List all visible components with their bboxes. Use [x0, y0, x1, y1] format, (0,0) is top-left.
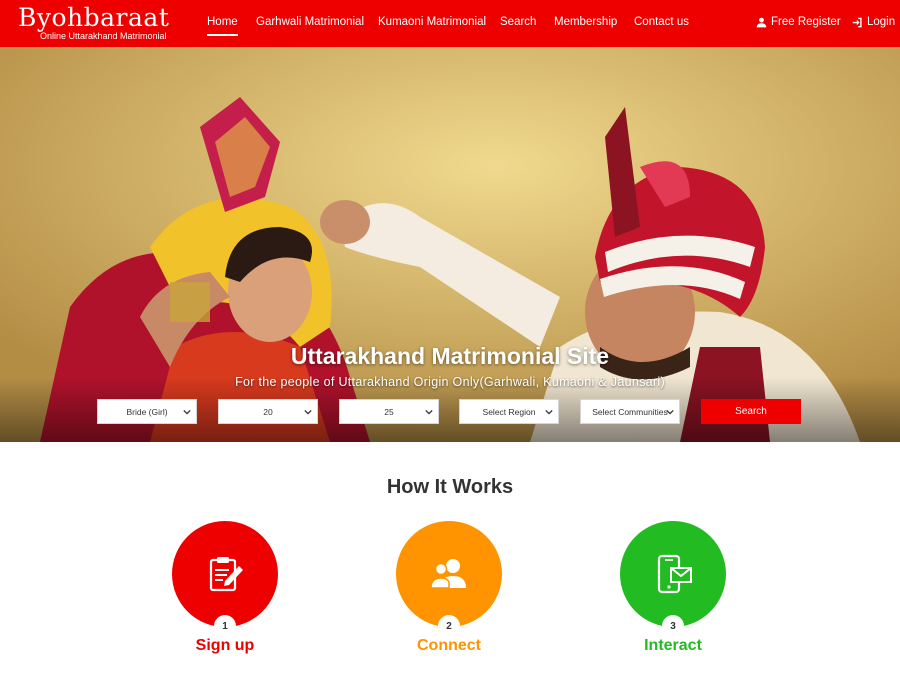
free-register-label: Free Register — [771, 16, 841, 28]
step-label: Connect — [417, 637, 481, 654]
nav-kumaoni-matrimonial[interactable]: Kumaoni Matrimonial — [378, 16, 486, 28]
step-circle — [172, 521, 278, 627]
mobile-mail-icon — [657, 554, 692, 594]
quick-search-form: Bride (Girl) 20 25 Select Region Select … — [0, 399, 900, 424]
login-link[interactable]: Login — [852, 16, 895, 28]
region-value: Select Region — [482, 406, 536, 417]
chevron-down-icon — [304, 409, 312, 415]
user-icon — [756, 17, 767, 27]
nav-membership[interactable]: Membership — [554, 16, 617, 28]
brand-tagline: Online Uttarakhand Matrimonial — [40, 31, 167, 41]
looking-for-value: Bride (Girl) — [126, 406, 168, 417]
step-number: 2 — [438, 615, 460, 637]
step-label: Interact — [644, 637, 702, 654]
chevron-down-icon — [666, 409, 674, 415]
age-from-value: 20 — [263, 406, 273, 417]
nav-search[interactable]: Search — [500, 16, 536, 28]
brand-logo[interactable]: Byohbaraat Online Uttarakhand Matrimonia… — [18, 3, 178, 42]
clipboard-pen-icon — [209, 557, 243, 592]
chevron-down-icon — [425, 409, 433, 415]
sign-in-icon — [852, 17, 862, 27]
chevron-down-icon — [545, 409, 553, 415]
step-interact[interactable]: 3 Interact — [620, 521, 730, 656]
nav-contact-us[interactable]: Contact us — [634, 16, 689, 28]
step-circle — [396, 521, 502, 627]
age-to-select[interactable]: 25 — [339, 399, 439, 424]
brand-name: Byohbaraat — [18, 3, 170, 32]
step-number: 3 — [662, 615, 684, 637]
age-from-select[interactable]: 20 — [218, 399, 318, 424]
step-circle — [620, 521, 726, 627]
step-label: Sign up — [195, 637, 255, 654]
users-icon — [430, 559, 466, 589]
looking-for-select[interactable]: Bride (Girl) — [97, 399, 197, 424]
how-it-works-title: How It Works — [386, 476, 514, 498]
step-number: 1 — [214, 615, 236, 637]
hero-subtitle: For the people of Uttarakhand Origin Onl… — [235, 375, 665, 389]
free-register-link[interactable]: Free Register — [756, 16, 841, 28]
step-sign-up[interactable]: 1 Sign up — [172, 521, 282, 656]
nav-home[interactable]: Home — [207, 16, 238, 36]
community-select[interactable]: Select Communities — [580, 399, 680, 424]
age-to-value: 25 — [384, 406, 394, 417]
login-label: Login — [867, 16, 896, 28]
search-button[interactable]: Search — [701, 399, 801, 424]
top-navbar: Byohbaraat Online Uttarakhand Matrimonia… — [0, 0, 900, 47]
hero-banner: Uttarakhand Matrimonial Site For the peo… — [0, 47, 900, 442]
community-value: Select Communities — [592, 406, 668, 417]
step-connect[interactable]: 2 Connect — [396, 521, 506, 656]
hero-title: Uttarakhand Matrimonial Site — [290, 343, 610, 369]
chevron-down-icon — [183, 409, 191, 415]
region-select[interactable]: Select Region — [459, 399, 559, 424]
nav-garhwali-matrimonial[interactable]: Garhwali Matrimonial — [256, 16, 364, 28]
